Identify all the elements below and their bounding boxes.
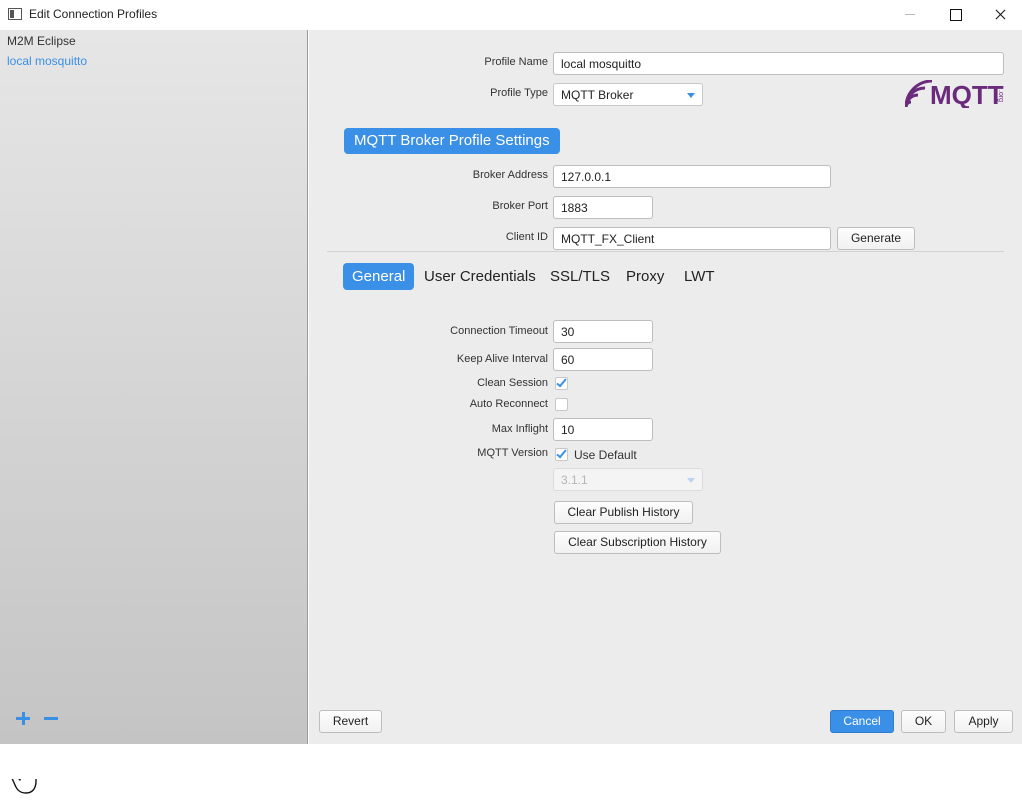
mqtt-logo-text: MQTT — [930, 80, 1004, 108]
window-bottom-edge — [0, 744, 1022, 779]
section-divider — [327, 251, 1004, 252]
add-profile-icon[interactable] — [16, 710, 32, 726]
tab-ssl-tls[interactable]: SSL/TLS — [550, 263, 610, 290]
clear-publish-history-button[interactable]: Clear Publish History — [554, 501, 693, 524]
ok-button[interactable]: OK — [901, 710, 946, 733]
mqtt-version-value: 3.1.1 — [561, 473, 588, 487]
profile-item-local-mosquitto[interactable]: local mosquitto — [7, 54, 87, 68]
broker-settings-section-title: MQTT Broker Profile Settings — [344, 128, 560, 154]
profile-type-label: Profile Type — [490, 87, 548, 99]
revert-button[interactable]: Revert — [319, 710, 382, 733]
profile-settings-pane: Profile Name local mosquitto Profile Typ… — [309, 30, 1022, 744]
mqtt-logo-subtext: .org — [997, 90, 1004, 102]
broker-port-input[interactable]: 1883 — [553, 196, 653, 219]
clean-session-checkbox[interactable] — [555, 376, 568, 390]
auto-reconnect-label: Auto Reconnect — [469, 398, 548, 410]
app-window-icon — [8, 8, 22, 20]
close-button[interactable] — [977, 0, 1022, 30]
mqtt-version-label: MQTT Version — [477, 447, 548, 459]
mqtt-version-select: 3.1.1 — [553, 468, 703, 491]
chevron-down-icon — [687, 93, 695, 98]
cancel-button[interactable]: Cancel — [830, 710, 894, 733]
checkmark-icon — [556, 447, 567, 459]
remove-profile-icon[interactable] — [44, 710, 60, 726]
tab-user-credentials[interactable]: User Credentials — [424, 263, 536, 290]
max-inflight-label: Max Inflight — [491, 423, 548, 435]
tab-general[interactable]: General — [343, 263, 415, 290]
profile-name-input[interactable]: local mosquitto — [553, 52, 1004, 75]
keep-alive-input[interactable]: 60 — [553, 348, 653, 371]
connection-timeout-input[interactable]: 30 — [553, 320, 653, 343]
max-inflight-input[interactable]: 10 — [553, 418, 653, 441]
mqtt-logo: MQTT .org — [905, 80, 1004, 108]
broker-address-label: Broker Address — [472, 169, 548, 181]
client-id-input[interactable]: MQTT_FX_Client — [553, 227, 831, 250]
profile-list-sidebar: M2M Eclipse local mosquitto — [0, 30, 308, 794]
clear-subscription-history-button[interactable]: Clear Subscription History — [554, 531, 721, 554]
profile-name-label: Profile Name — [484, 56, 548, 68]
maximize-button[interactable] — [932, 0, 978, 30]
client-id-label: Client ID — [505, 231, 548, 243]
keep-alive-label: Keep Alive Interval — [456, 353, 548, 365]
minimize-button[interactable] — [888, 0, 934, 30]
use-default-label: Use Default — [574, 448, 637, 462]
profile-type-select[interactable]: MQTT Broker — [553, 83, 703, 106]
broker-port-label: Broker Port — [492, 200, 548, 212]
profile-item-m2m-eclipse[interactable]: M2M Eclipse — [7, 34, 76, 48]
tab-lwt[interactable]: LWT — [684, 263, 715, 290]
connection-timeout-label: Connection Timeout — [450, 325, 548, 337]
generate-client-id-button[interactable]: Generate — [837, 227, 915, 250]
profile-type-value: MQTT Broker — [561, 88, 634, 102]
use-default-checkbox[interactable] — [555, 447, 568, 461]
checkmark-icon — [556, 376, 567, 388]
window-title: Edit Connection Profiles — [29, 7, 158, 21]
auto-reconnect-checkbox[interactable] — [555, 398, 568, 411]
broker-address-input[interactable]: 127.0.0.1 — [553, 165, 831, 188]
apply-button[interactable]: Apply — [954, 710, 1013, 733]
chevron-down-icon — [687, 478, 695, 483]
clean-session-label: Clean Session — [477, 377, 548, 389]
title-bar: Edit Connection Profiles — [0, 0, 1022, 30]
tab-proxy[interactable]: Proxy — [626, 263, 664, 290]
